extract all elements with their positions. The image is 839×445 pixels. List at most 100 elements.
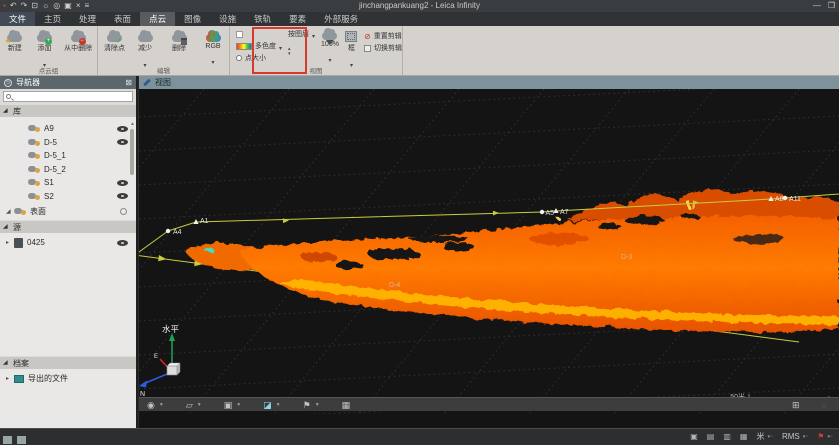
tab-infrastructure[interactable]: 设施 <box>210 12 245 26</box>
pin-close-icon[interactable]: ⊠ <box>125 78 132 87</box>
menu-icon[interactable]: ≡ <box>85 1 90 11</box>
scroll-up-icon[interactable]: ▲ <box>130 122 135 127</box>
visibility-eye-icon[interactable] <box>117 139 128 145</box>
dropdown-caret-icon[interactable]: ▾ <box>767 433 773 440</box>
expander-icon[interactable]: ▸ <box>6 375 12 382</box>
toggle-clip-label[interactable]: 切换剪辑 <box>374 43 402 53</box>
tree-item-0425[interactable]: ▸ 0425 <box>0 236 136 249</box>
visibility-eye-icon[interactable] <box>117 126 128 132</box>
highlight-rectangle <box>252 27 307 74</box>
tree-item-d5-2[interactable]: D-5_2 <box>0 163 136 176</box>
viewport-header: 视图 <box>139 76 839 89</box>
eraser-icon[interactable]: ▱ <box>186 399 193 411</box>
filter-flag-icon[interactable]: ⚑ <box>303 399 311 411</box>
cube-icon[interactable]: ◪ <box>263 399 272 411</box>
tab-features[interactable]: 要素 <box>280 12 315 26</box>
clip-box-icon[interactable]: ▣ <box>224 399 233 411</box>
axis-gizmo: 水平 E N <box>139 324 180 398</box>
dropdown-caret-icon[interactable]: ▼ <box>315 402 320 408</box>
snap-icon[interactable]: ◎ <box>53 1 60 11</box>
group-label-edit: 编辑 <box>98 65 229 75</box>
point-label-d4: D-4 <box>389 282 400 289</box>
tree-item-s2[interactable]: S2 <box>0 190 136 203</box>
save-icon[interactable]: ▥ <box>723 432 731 441</box>
navigator-title: 导航器 <box>16 77 40 88</box>
tree-item-a9[interactable]: A9 <box>0 122 136 135</box>
quick-access-toolbar: ▪ ↶ ↷ ⊡ ☼ ◎ ▣ × ≡ <box>0 1 89 11</box>
maximize-button[interactable]: ❒ <box>828 0 835 11</box>
point-cloud[interactable] <box>185 190 839 332</box>
visibility-eye-icon[interactable] <box>117 240 128 246</box>
minimize-button[interactable]: — <box>813 0 821 11</box>
tree-item-d5-1[interactable]: D-5_1 <box>0 149 136 162</box>
tree-scrollbar[interactable]: ▲ <box>130 122 135 220</box>
point-size-radio[interactable] <box>236 55 242 61</box>
tab-rail[interactable]: 铁轨 <box>245 12 280 26</box>
viewport-3d-canvas[interactable]: A4 A1 A5 A7 A8 A11 D-4 D-3 <box>139 89 839 414</box>
settings-icon[interactable]: ☼ <box>42 1 49 11</box>
teal-patch <box>204 248 214 252</box>
tree-group-archive[interactable]: 档案 <box>0 356 136 369</box>
tab-imaging[interactable]: 图像 <box>175 12 210 26</box>
scrollbar-thumb[interactable] <box>130 129 134 175</box>
expand-icon[interactable]: ⊞ <box>792 399 800 411</box>
orbit-icon[interactable]: ◉ <box>147 399 155 411</box>
new-pointcloud-button[interactable]: ★ 新建 <box>0 28 30 53</box>
expander-icon[interactable]: ▸ <box>6 239 12 246</box>
marker-a11[interactable] <box>783 196 787 200</box>
tree-item-s1[interactable]: S1 <box>0 176 136 189</box>
rms-selector[interactable]: RMS <box>782 432 800 441</box>
clean-points-button[interactable]: ✓ 清除点 <box>98 28 131 53</box>
dropdown-caret-icon[interactable]: ▾ <box>827 433 833 440</box>
cloud-rgb-icon <box>206 34 221 42</box>
record-circle-icon[interactable]: ○ <box>822 399 827 411</box>
marker-a4[interactable] <box>166 229 170 233</box>
unit-selector[interactable]: 米 <box>756 431 764 442</box>
dropdown-caret-icon[interactable]: ▾ <box>803 433 809 440</box>
delete-points-button[interactable]: 删除 <box>159 28 199 53</box>
redo-icon[interactable]: ↷ <box>21 1 28 11</box>
close-doc-icon[interactable]: × <box>76 1 81 11</box>
group-label-pointcloud: 点云组 <box>0 65 97 75</box>
dropdown-caret-icon[interactable]: ▼ <box>159 402 164 408</box>
point-label-d3: D-3 <box>621 254 632 261</box>
dropdown-caret-icon[interactable]: ▼ <box>276 402 281 408</box>
tree-item-surfaces[interactable]: ◢ 表面 <box>0 205 136 218</box>
tree-group-library[interactable]: 库 <box>0 104 136 117</box>
remove-from-pointcloud-button[interactable]: − 从中删除 <box>59 28 97 53</box>
expander-icon[interactable]: ◢ <box>6 208 12 215</box>
tab-processing[interactable]: 处理 <box>70 12 105 26</box>
tree-item-exported-files[interactable]: ▸ 导出的文件 <box>0 372 136 385</box>
north-axis-arrow-icon <box>139 381 147 388</box>
tree-group-source[interactable]: 源 <box>0 220 136 233</box>
app-logo-icon[interactable]: ▪ <box>3 1 6 11</box>
tab-file[interactable]: 文件 <box>0 12 35 26</box>
dropdown-caret-icon[interactable]: ▼ <box>197 402 202 408</box>
reset-clip-button[interactable]: 重置剪辑 <box>374 31 402 41</box>
tab-external-services[interactable]: 外部服务 <box>315 12 367 26</box>
color-swatch[interactable] <box>236 31 243 38</box>
tree-item-d5[interactable]: D-5 <box>0 136 136 149</box>
flag-icon[interactable]: ⚑ <box>817 432 824 441</box>
window-icon[interactable]: ▣ <box>64 1 72 11</box>
grid-toggle-icon[interactable]: ▦ <box>342 399 351 411</box>
dropdown-caret-icon[interactable]: ▼ <box>236 402 241 408</box>
folder-icon <box>14 375 24 383</box>
tab-surfaces[interactable]: 表面 <box>105 12 140 26</box>
marker-a5[interactable] <box>540 210 544 214</box>
toggle-clip-checkbox[interactable] <box>364 45 371 52</box>
taskbar-square-icon[interactable] <box>3 436 12 444</box>
paste-icon[interactable]: ⊡ <box>31 1 38 11</box>
search-input[interactable] <box>3 91 133 102</box>
taskbar-square-icon[interactable] <box>17 436 26 444</box>
print-icon[interactable]: ▦ <box>740 432 748 441</box>
grid-icon[interactable]: ▣ <box>690 432 698 441</box>
rgb-color-button[interactable]: RGB <box>199 28 227 69</box>
tab-point-clouds[interactable]: 点云 <box>140 12 175 26</box>
color-ramp-icon[interactable] <box>236 43 252 50</box>
visibility-eye-icon[interactable] <box>117 180 128 186</box>
visibility-eye-icon[interactable] <box>117 193 128 199</box>
new-file-icon[interactable]: ▤ <box>707 432 715 441</box>
undo-icon[interactable]: ↶ <box>10 1 17 11</box>
tab-home[interactable]: 主页 <box>35 12 70 26</box>
